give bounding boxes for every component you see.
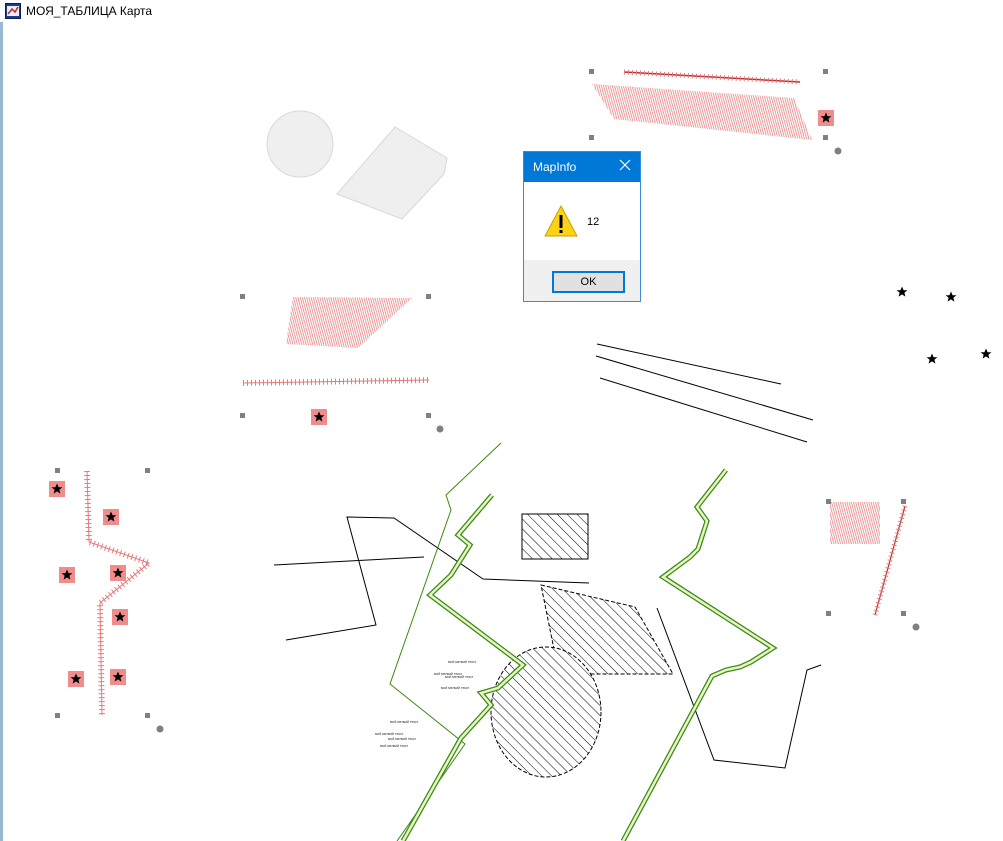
map-label: мой мелкий текст bbox=[380, 744, 409, 748]
gray-circle-region[interactable] bbox=[266, 110, 334, 178]
window-title: МОЯ_ТАБЛИЦА Карта bbox=[26, 4, 153, 18]
map-canvas[interactable]: мой мелкий текст мой мелкий текст мой ме… bbox=[3, 22, 1003, 841]
gray-polygon-region[interactable] bbox=[336, 126, 448, 220]
mapinfo-dialog: MapInfo 12 OK bbox=[523, 151, 641, 302]
map-label: мой мелкий текст bbox=[375, 732, 404, 736]
map-window-icon[interactable] bbox=[5, 3, 21, 19]
window-titlebar: МОЯ_ТАБЛИЦА Карта bbox=[0, 0, 1003, 22]
map-label: мой мелкий текст bbox=[445, 675, 474, 679]
selection-group-top-right[interactable] bbox=[589, 69, 842, 155]
black-lines[interactable] bbox=[595, 343, 814, 443]
dialog-message: 12 bbox=[587, 216, 600, 228]
close-icon[interactable] bbox=[618, 157, 632, 173]
map-label: мой мелкий текст bbox=[390, 720, 419, 724]
dialog-title: MapInfo bbox=[533, 160, 577, 174]
map-label: мой мелкий текст bbox=[448, 660, 477, 664]
ok-button[interactable]: OK bbox=[552, 271, 625, 293]
dialog-titlebar: MapInfo bbox=[524, 152, 640, 182]
star-points[interactable] bbox=[896, 286, 992, 364]
selection-group-right[interactable] bbox=[826, 499, 920, 631]
hatched-regions[interactable] bbox=[490, 513, 674, 778]
dialog-body: 12 bbox=[524, 182, 640, 260]
selection-group-left[interactable] bbox=[49, 468, 164, 733]
selection-group-middle[interactable] bbox=[240, 294, 444, 433]
map-label: мой мелкий текст bbox=[388, 737, 417, 741]
warning-icon bbox=[544, 204, 578, 237]
map-label: мой мелкий текст bbox=[441, 686, 470, 690]
